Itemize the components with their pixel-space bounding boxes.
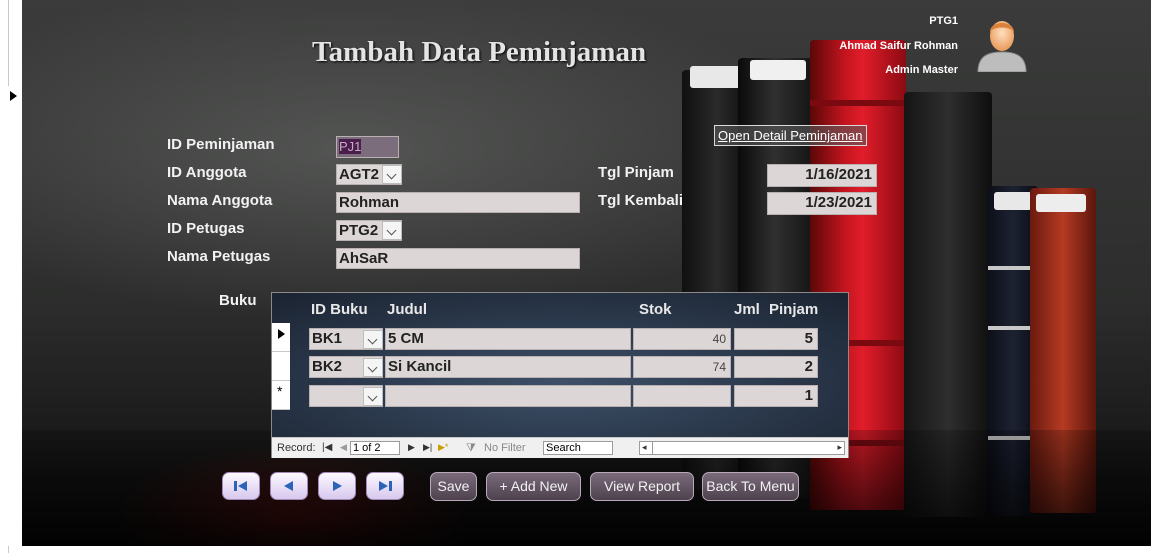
row-jml-pinjam[interactable]: 1 xyxy=(734,385,818,407)
scroll-left-icon[interactable]: ◂ xyxy=(642,441,647,453)
nama-anggota-field[interactable]: Rohman xyxy=(336,192,580,213)
row-judul[interactable] xyxy=(385,385,631,407)
chevron-down-icon[interactable] xyxy=(363,358,383,377)
chevron-down-icon[interactable] xyxy=(382,221,402,240)
new-record-icon[interactable]: ▶* xyxy=(438,442,448,453)
first-record-button[interactable] xyxy=(222,472,260,500)
first-record-icon xyxy=(234,481,247,491)
header-jml: Jml xyxy=(734,301,760,318)
label-nama-anggota: Nama Anggota xyxy=(167,192,273,209)
back-to-menu-button[interactable]: Back To Menu xyxy=(702,472,799,501)
open-detail-peminjaman-link[interactable]: Open Detail Peminjaman xyxy=(714,125,867,146)
chevron-down-icon[interactable] xyxy=(363,330,383,349)
record-label: Record: xyxy=(277,442,316,454)
current-record-arrow-icon[interactable] xyxy=(10,91,17,101)
tgl-pinjam-field[interactable]: 1/16/2021 xyxy=(767,164,877,187)
view-report-button[interactable]: View Report xyxy=(590,472,694,501)
label-id-peminjaman: ID Peminjaman xyxy=(167,136,275,153)
horizontal-scrollbar[interactable]: ◂ ▸ xyxy=(639,441,845,455)
chevron-down-icon[interactable] xyxy=(363,387,383,406)
label-id-petugas: ID Petugas xyxy=(167,220,245,237)
row-jml-pinjam[interactable]: 2 xyxy=(734,356,818,378)
label-buku: Buku xyxy=(219,292,257,309)
user-avatar-icon xyxy=(976,16,1028,73)
header-stok: Stok xyxy=(639,301,672,318)
filter-icon[interactable]: ⧩ xyxy=(466,442,476,455)
record-position-input[interactable]: 1 of 2 xyxy=(350,441,400,455)
header-id-buku: ID Buku xyxy=(311,301,368,318)
user-role: Admin Master xyxy=(885,64,958,76)
last-record-button[interactable] xyxy=(366,472,404,500)
current-row-arrow-icon xyxy=(278,329,285,339)
id-peminjaman-field[interactable]: PJ1 xyxy=(336,136,399,158)
record-navigation-bar: Record: |◀ ◀ 1 of 2 ▶ ▶| ▶* ⧩ No Filter … xyxy=(272,437,848,458)
row-judul[interactable]: 5 CM xyxy=(385,328,631,350)
row-stok[interactable]: 40 xyxy=(633,328,731,350)
last-record-icon xyxy=(379,481,392,491)
row-judul[interactable]: Si Kancil xyxy=(385,356,631,378)
no-filter-label[interactable]: No Filter xyxy=(484,442,526,454)
row-stok[interactable] xyxy=(633,385,731,407)
record-selector-column xyxy=(8,86,23,546)
previous-record-button[interactable] xyxy=(270,472,308,500)
add-new-button[interactable]: + Add New xyxy=(486,472,581,501)
label-id-anggota: ID Anggota xyxy=(167,164,247,181)
row-selector[interactable] xyxy=(272,352,290,381)
user-name: Ahmad Saifur Rohman xyxy=(839,40,958,52)
chevron-down-icon[interactable] xyxy=(382,165,402,184)
next-record-button[interactable] xyxy=(318,472,356,500)
label-tgl-kembali: Tgl Kembali xyxy=(598,192,684,209)
row-stok[interactable]: 74 xyxy=(633,356,731,378)
header-judul: Judul xyxy=(387,301,427,318)
next-record-icon xyxy=(333,481,342,491)
form-canvas: Tambah Data Peminjaman PTG1 Ahmad Saifur… xyxy=(22,0,1151,546)
nama-petugas-field[interactable]: AhSaR xyxy=(336,248,580,269)
row-jml-pinjam[interactable]: 5 xyxy=(734,328,818,350)
row-selector[interactable] xyxy=(272,323,290,352)
previous-record-icon xyxy=(284,481,293,491)
new-record-asterisk-icon: * xyxy=(277,383,283,399)
page-title: Tambah Data Peminjaman xyxy=(312,36,647,68)
first-record-icon[interactable]: |◀ xyxy=(322,442,332,453)
user-id: PTG1 xyxy=(929,15,958,27)
tgl-kembali-field[interactable]: 1/23/2021 xyxy=(767,192,877,215)
prev-record-icon[interactable]: ◀ xyxy=(340,442,347,453)
search-input[interactable]: Search xyxy=(543,441,613,455)
label-nama-petugas: Nama Petugas xyxy=(167,248,271,265)
next-record-icon[interactable]: ▶ xyxy=(408,442,415,453)
row-selector[interactable]: * xyxy=(272,381,290,410)
save-button[interactable]: Save xyxy=(430,472,477,501)
scroll-right-icon[interactable]: ▸ xyxy=(837,441,842,453)
label-tgl-pinjam: Tgl Pinjam xyxy=(598,164,674,181)
header-pinjam: Pinjam xyxy=(769,301,819,318)
buku-subform: ID Buku Judul Stok Jml Pinjam BK1 5 CM 4… xyxy=(271,292,849,458)
last-record-icon[interactable]: ▶| xyxy=(423,442,432,453)
